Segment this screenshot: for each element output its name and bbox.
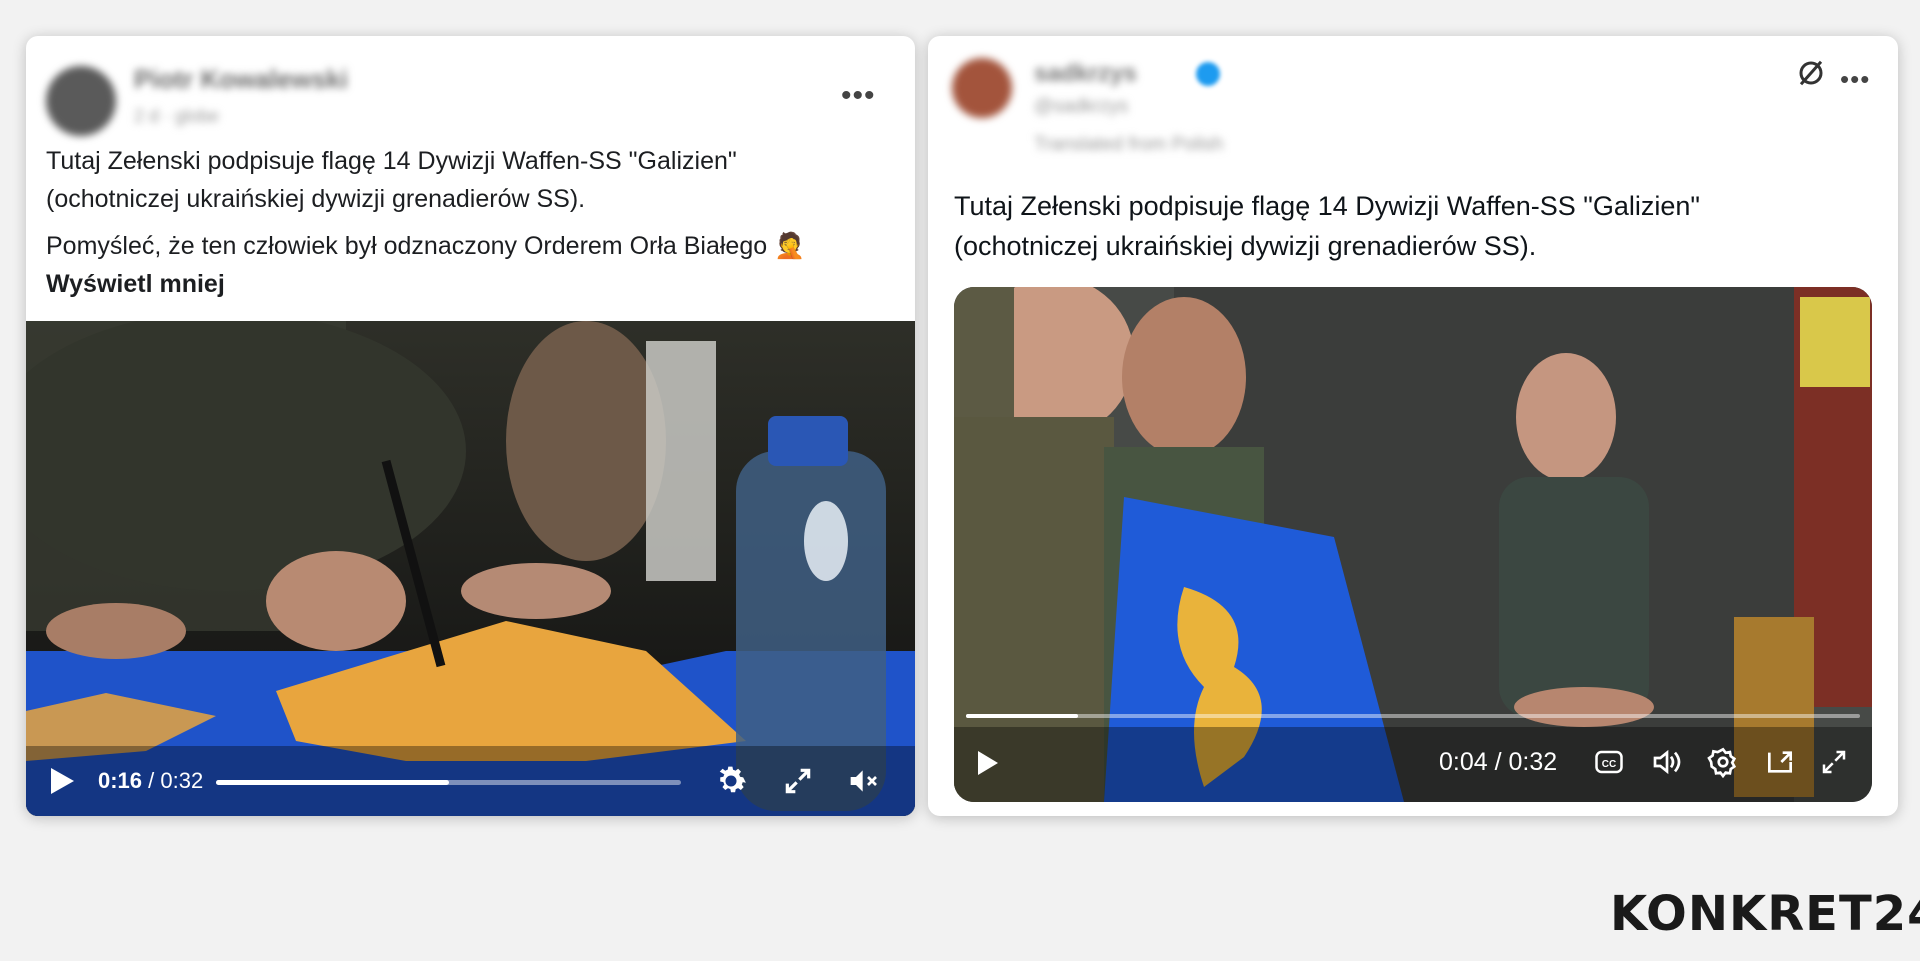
show-less-link[interactable]: Wyświetl mniej xyxy=(46,265,896,303)
video-controls: 0:04 / 0:32 CC xyxy=(954,722,1872,802)
author-avatar[interactable] xyxy=(952,58,1012,118)
author-name[interactable]: Piotr Kowalewski xyxy=(134,64,348,95)
svg-text:CC: CC xyxy=(1602,759,1616,770)
post-text-line: Tutaj Zełenski podpisuje flagę 14 Dywizj… xyxy=(46,147,737,175)
grok-icon[interactable] xyxy=(1796,58,1826,88)
current-time: 0:16 xyxy=(98,768,143,793)
post-text-line: (ochotniczej ukraińskiej dywizji grenadi… xyxy=(46,185,586,213)
pip-icon[interactable] xyxy=(1764,747,1796,777)
video-time: 0:16 / 0:32 xyxy=(98,768,203,794)
more-options-icon[interactable]: ••• xyxy=(1840,66,1870,92)
play-icon[interactable] xyxy=(976,750,1000,776)
settings-icon[interactable] xyxy=(1707,746,1739,778)
post-text-line: Pomyśleć, że ten człowiek był odznaczony… xyxy=(46,232,806,260)
author-handle: @sadkrzys xyxy=(1034,96,1129,117)
duration: 0:32 xyxy=(160,768,204,793)
post-text: Tutaj Zełenski podpisuje flagę 14 Dywizj… xyxy=(46,142,896,303)
video-player[interactable]: 0:16 / 0:32 xyxy=(26,321,915,816)
time-separator: / xyxy=(142,768,161,793)
progress-fill xyxy=(966,714,1078,718)
post-text: Tutaj Zełenski podpisuje flagę 14 Dywizj… xyxy=(954,186,1854,266)
fullscreen-icon[interactable] xyxy=(782,765,814,797)
video-time: 0:04 / 0:32 xyxy=(1439,748,1557,777)
post-text-line: Tutaj Zełenski podpisuje flagę 14 Dywizj… xyxy=(954,191,1701,221)
verified-badge-icon xyxy=(1196,62,1220,86)
progress-bar[interactable] xyxy=(216,780,681,785)
play-icon[interactable] xyxy=(48,766,76,796)
video-controls: 0:16 / 0:32 xyxy=(26,746,915,816)
current-time: 0:04 xyxy=(1439,748,1488,776)
time-separator: / xyxy=(1487,748,1509,776)
fullscreen-icon[interactable] xyxy=(1819,747,1849,777)
more-options-icon[interactable]: ••• xyxy=(841,81,876,111)
post-meta: 2 d · globe xyxy=(134,106,220,126)
post-text-line: (ochotniczej ukraińskiej dywizji grenadi… xyxy=(954,231,1537,261)
mute-icon[interactable] xyxy=(846,765,882,797)
translation-note[interactable]: Translated from Polish xyxy=(1034,134,1223,156)
duration: 0:32 xyxy=(1508,748,1558,776)
facebook-post-card: Piotr Kowalewski 2 d · globe ••• Tutaj Z… xyxy=(26,36,915,816)
twitter-post-card: sadkrzys @sadkrzys Translated from Polis… xyxy=(928,36,1898,816)
progress-fill xyxy=(216,780,449,785)
video-frame xyxy=(26,321,915,816)
volume-icon[interactable] xyxy=(1651,747,1683,777)
author-name[interactable]: sadkrzys xyxy=(1034,60,1137,88)
author-avatar[interactable] xyxy=(46,66,116,136)
settings-icon[interactable] xyxy=(712,762,750,800)
captions-icon[interactable]: CC xyxy=(1594,748,1624,776)
brand-logo: KONKRET24 xyxy=(1610,886,1920,942)
progress-bar[interactable] xyxy=(966,714,1860,718)
video-player[interactable]: 0:04 / 0:32 CC xyxy=(954,287,1872,802)
